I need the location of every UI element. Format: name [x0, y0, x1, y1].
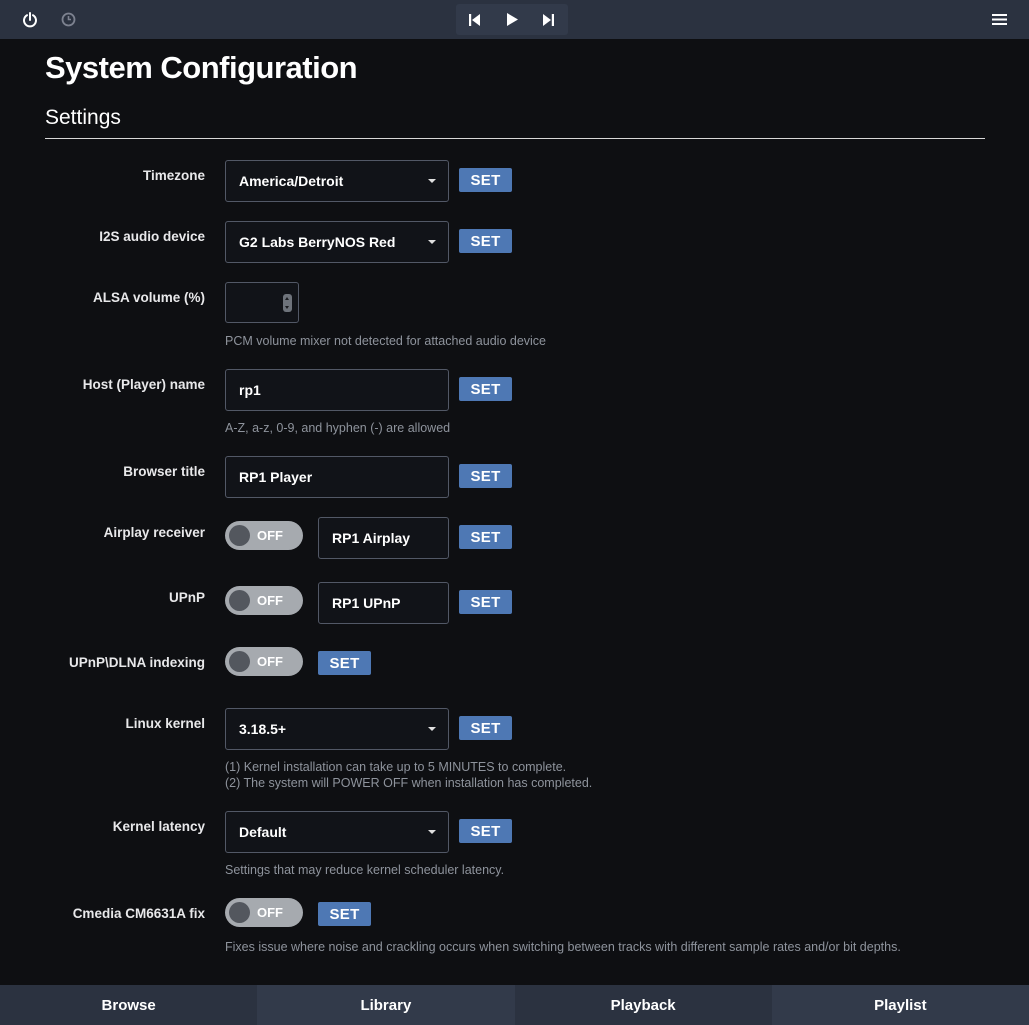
timezone-value: America/Detroit — [239, 173, 344, 189]
cmedia-fix-toggle[interactable]: OFF — [225, 898, 303, 927]
next-icon[interactable] — [530, 4, 567, 35]
i2s-device-select[interactable]: G2 Labs BerryNOS Red — [225, 221, 449, 263]
chevron-down-icon — [428, 727, 436, 731]
timezone-select[interactable]: America/Detroit — [225, 160, 449, 202]
section-title: Settings — [45, 106, 121, 129]
cmedia-set-button[interactable]: SET — [318, 902, 371, 926]
menu-icon[interactable] — [980, 4, 1018, 35]
browser-title-label: Browser title — [123, 464, 205, 479]
airplay-name-input[interactable]: RP1 Airplay — [318, 517, 449, 559]
airplay-toggle-state: OFF — [257, 528, 283, 543]
alsa-volume-label: ALSA volume (%) — [92, 290, 205, 305]
host-name-value: rp1 — [239, 382, 261, 398]
chevron-down-icon — [428, 179, 436, 183]
dlna-toggle-state: OFF — [257, 654, 283, 669]
dlna-indexing-toggle[interactable]: OFF — [225, 647, 303, 676]
host-name-set-button[interactable]: SET — [459, 377, 512, 401]
i2s-device-value: G2 Labs BerryNOS Red — [239, 234, 396, 250]
kernel-latency-label: Kernel latency — [112, 819, 205, 834]
kernel-latency-value: Default — [239, 824, 287, 840]
toggle-knob — [229, 525, 250, 546]
airplay-toggle[interactable]: OFF — [225, 521, 303, 550]
airplay-label: Airplay receiver — [103, 525, 205, 540]
alsa-volume-input[interactable] — [225, 282, 299, 323]
cmedia-fix-help: Fixes issue where noise and crackling oc… — [225, 940, 901, 954]
upnp-toggle-state: OFF — [257, 593, 283, 608]
browser-title-set-button[interactable]: SET — [459, 464, 512, 488]
kernel-value: 3.18.5+ — [239, 721, 287, 737]
tab-playback[interactable]: Playback — [514, 985, 772, 1025]
upnp-name-value: RP1 UPnP — [332, 595, 401, 611]
tab-library[interactable]: Library — [257, 985, 515, 1025]
chevron-down-icon — [428, 830, 436, 834]
kernel-latency-select[interactable]: Default — [225, 811, 449, 853]
timezone-label: Timezone — [142, 168, 205, 183]
cmedia-toggle-state: OFF — [257, 905, 283, 920]
dlna-set-button[interactable]: SET — [318, 651, 371, 675]
kernel-latency-help: Settings that may reduce kernel schedule… — [225, 863, 505, 877]
kernel-help-2: (2) The system will POWER OFF when insta… — [225, 776, 593, 790]
kernel-label: Linux kernel — [125, 716, 205, 731]
transport-controls — [456, 4, 568, 35]
kernel-help-1: (1) Kernel installation can take up to 5… — [225, 760, 567, 774]
tab-browse[interactable]: Browse — [0, 985, 258, 1025]
timezone-set-button[interactable]: SET — [459, 168, 512, 192]
i2s-label: I2S audio device — [99, 229, 205, 244]
kernel-set-button[interactable]: SET — [459, 716, 512, 740]
chevron-down-icon — [428, 240, 436, 244]
host-name-label: Host (Player) name — [82, 377, 205, 392]
power-icon[interactable] — [14, 4, 46, 35]
i2s-set-button[interactable]: SET — [459, 229, 512, 253]
cmedia-fix-label: Cmedia CM6631A fix — [72, 906, 205, 921]
tab-playlist[interactable]: Playlist — [771, 985, 1029, 1025]
toggle-knob — [229, 590, 250, 611]
airplay-name-value: RP1 Airplay — [332, 530, 411, 546]
host-name-input[interactable]: rp1 — [225, 369, 449, 411]
alsa-volume-help: PCM volume mixer not detected for attach… — [225, 334, 547, 348]
browser-title-value: RP1 Player — [239, 469, 313, 485]
toggle-knob — [229, 902, 250, 923]
section-divider — [45, 138, 985, 139]
play-icon[interactable] — [493, 4, 530, 35]
clock-icon[interactable] — [53, 4, 83, 35]
kernel-select[interactable]: 3.18.5+ — [225, 708, 449, 750]
browser-title-input[interactable]: RP1 Player — [225, 456, 449, 498]
previous-icon[interactable] — [456, 4, 493, 35]
upnp-set-button[interactable]: SET — [459, 590, 512, 614]
upnp-name-input[interactable]: RP1 UPnP — [318, 582, 449, 624]
airplay-set-button[interactable]: SET — [459, 525, 512, 549]
spinner-arrows-icon[interactable] — [283, 294, 292, 312]
kernel-latency-set-button[interactable]: SET — [459, 819, 512, 843]
upnp-toggle[interactable]: OFF — [225, 586, 303, 615]
top-bar — [0, 0, 1029, 39]
toggle-knob — [229, 651, 250, 672]
host-name-help: A-Z, a-z, 0-9, and hyphen (-) are allowe… — [225, 421, 451, 435]
upnp-label: UPnP — [168, 590, 205, 605]
page-title: System Configuration — [45, 50, 358, 85]
dlna-indexing-label: UPnP\DLNA indexing — [68, 655, 205, 670]
bottom-tab-bar: Browse Library Playback Playlist — [0, 985, 1029, 1025]
